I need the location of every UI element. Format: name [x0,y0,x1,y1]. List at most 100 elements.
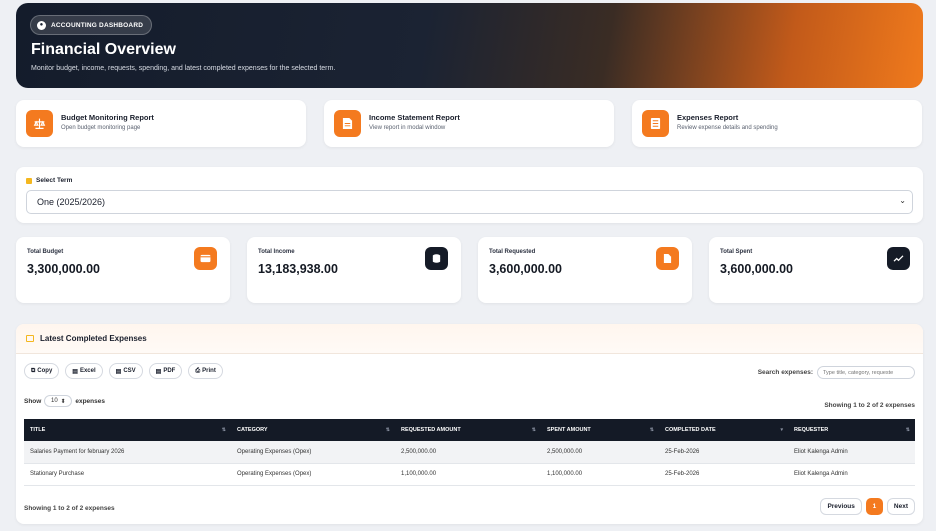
column-header-category[interactable]: CATEGORY ⇅ [231,419,395,441]
csv-button[interactable]: ▤ CSV [108,363,143,379]
file-icon [334,110,361,137]
print-icon: ⎙ [195,367,201,374]
stat-total-budget: Total Budget 3,300,000.00 [16,237,230,303]
pdf-button-label: PDF [163,368,176,374]
palette-icon: ● [37,20,46,30]
document-icon [656,247,679,270]
expenses-table: TITLE ⇅ CATEGORY ⇅ REQUESTED AMOUNT ⇅ SPENT… [24,419,915,486]
latest-expenses-title: Latest Completed Expenses [40,334,147,343]
search-area: Search expenses: [758,366,915,379]
chart-line-icon [887,247,910,270]
income-statement-report-card[interactable]: Income Statement Report View report in m… [324,100,614,147]
column-header-title[interactable]: TITLE ⇅ [24,419,231,441]
latest-expenses-header: Latest Completed Expenses [16,324,923,354]
cell-requester: Eliot Kalenga Admin [788,441,915,464]
stat-value: 13,183,938.00 [258,262,338,276]
expenses-report-card[interactable]: Expenses Report Review expense details a… [632,100,922,147]
table-row: Stationary Purchase Operating Expenses (… [24,463,915,486]
search-input[interactable] [817,366,915,379]
copy-button[interactable]: ⧉ Copy [24,363,60,379]
cell-title: Stationary Purchase [24,463,231,486]
excel-icon: ▤ [72,368,78,375]
term-label-text: Select Term [36,177,73,184]
page-length: Show 10 ⬍ expenses [24,395,105,407]
next-page-button[interactable]: Next [886,498,915,515]
column-header-requested-amount[interactable]: REQUESTED AMOUNT ⇅ [395,419,541,441]
term-label: Select Term [26,177,72,184]
search-label: Search expenses: [757,369,813,376]
column-header-label: CATEGORY [237,427,268,433]
table-header-row: TITLE ⇅ CATEGORY ⇅ REQUESTED AMOUNT ⇅ SPENT… [24,419,915,441]
table-row: Salaries Payment for february 2026 Opera… [24,441,915,464]
page-length-value: 10 [50,398,58,404]
term-select-value: One (2025/2026) [37,197,106,207]
cell-requested-amount: 2,500,000.00 [395,441,541,464]
column-header-label: SPENT AMOUNT [547,427,591,433]
dashboard-badge: ● ACCOUNTING DASHBOARD [30,15,153,35]
excel-button[interactable]: ▤ Excel [65,363,103,379]
stat-value: 3,600,000.00 [720,262,793,276]
sort-icon: ⇅ [221,427,226,433]
stat-label: Total Income [258,249,295,255]
calendar-icon [26,177,32,184]
column-header-label: REQUESTED AMOUNT [401,427,461,433]
stat-value: 3,600,000.00 [489,262,562,276]
stat-total-spent: Total Spent 3,600,000.00 [709,237,923,303]
previous-page-button[interactable]: Previous [820,498,862,515]
cell-spent-amount: 1,100,000.00 [541,463,659,486]
show-suffix: expenses [75,397,105,405]
chevron-down-icon: ⌄ [899,196,906,205]
pdf-button[interactable]: ▤ PDF [148,363,183,379]
budget-monitoring-report-card[interactable]: Budget Monitoring Report Open budget mon… [16,100,306,147]
updown-icon: ⬍ [60,398,66,405]
report-desc: View report in modal window [369,125,446,131]
copy-button-label: Copy [37,368,53,374]
scale-icon [26,110,53,137]
page-subtitle: Monitor budget, income, requests, spendi… [31,65,336,72]
column-header-completed-date[interactable]: COMPLETED DATE ▾ [659,419,788,441]
show-label: Show [24,397,42,405]
pagination: Previous 1 Next [820,498,915,515]
csv-icon: ▤ [115,368,122,375]
stat-value: 3,300,000.00 [27,262,100,276]
pdf-icon: ▤ [155,368,162,375]
cell-completed-date: 25-Feb-2026 [659,441,788,464]
cell-category: Operating Expenses (Opex) [231,463,395,486]
cell-completed-date: 25-Feb-2026 [659,463,788,486]
sort-icon: ⇅ [385,427,390,433]
wallet-icon [194,247,217,270]
excel-button-label: Excel [79,368,96,374]
term-selector-card: Select Term One (2025/2026) ⌄ [16,167,923,223]
sort-desc-icon: ▾ [780,427,783,433]
cell-requester: Eliot Kalenga Admin [788,463,915,486]
list-icon [26,335,34,342]
stat-total-requested: Total Requested 3,600,000.00 [478,237,692,303]
term-select[interactable]: One (2025/2026) ⌄ [26,190,913,214]
cell-spent-amount: 2,500,000.00 [541,441,659,464]
csv-button-label: CSV [123,368,136,374]
print-button-label: Print [202,368,216,374]
report-title: Expenses Report [677,113,739,122]
latest-expenses-card: Latest Completed Expenses ⧉ Copy ▤ Excel ▤… [16,324,923,524]
sort-icon: ⇅ [649,427,654,433]
table-info-bottom: Showing 1 to 2 of 2 expenses [24,505,115,512]
page-length-select[interactable]: 10 ⬍ [44,395,73,407]
current-page-button[interactable]: 1 [865,498,883,515]
table-info-top: Showing 1 to 2 of 2 expenses [824,402,915,409]
report-title: Budget Monitoring Report [61,113,154,122]
export-buttons: ⧉ Copy ▤ Excel ▤ CSV ▤ PDF ⎙ Print [24,363,223,379]
report-title: Income Statement Report [369,113,460,122]
report-desc: Review expense details and spending [677,125,778,131]
sort-icon: ⇅ [905,427,910,433]
column-header-requester[interactable]: REQUESTER ⇅ [788,419,915,441]
stat-label: Total Spent [720,249,753,255]
column-header-label: COMPLETED DATE [665,427,716,433]
column-header-label: REQUESTER [794,427,829,433]
page-title: Financial Overview [31,41,176,58]
print-button[interactable]: ⎙ Print [188,363,223,379]
column-header-spent-amount[interactable]: SPENT AMOUNT ⇅ [541,419,659,441]
stat-total-income: Total Income 13,183,938.00 [247,237,461,303]
stat-label: Total Requested [489,249,536,255]
cell-title: Salaries Payment for february 2026 [24,441,231,464]
copy-icon: ⧉ [31,367,36,374]
